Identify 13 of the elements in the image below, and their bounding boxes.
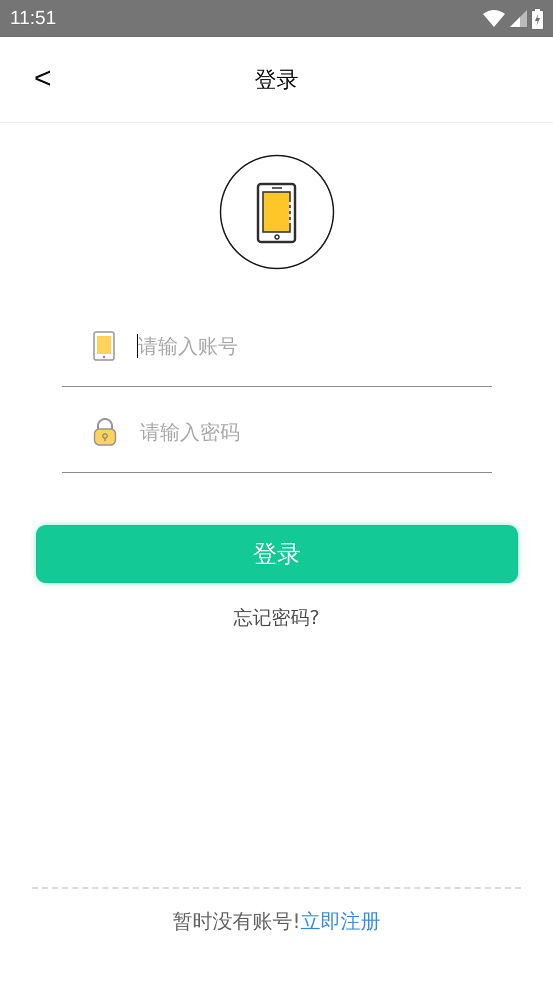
page-title: 登录 (254, 66, 298, 94)
status-time: 11:51 (10, 8, 56, 30)
phone-logo-icon (218, 154, 334, 270)
phone-icon (93, 330, 115, 360)
battery-icon (532, 8, 543, 28)
wifi-icon (483, 10, 505, 27)
signal-icon (510, 10, 527, 27)
no-account-text: 暂时没有账号! (172, 908, 301, 935)
padlock-icon (93, 416, 117, 446)
back-button[interactable]: < (28, 61, 58, 97)
input-field[interactable]: 请输入账号 (137, 334, 438, 358)
input-field[interactable]: 请输入密码 (139, 420, 440, 444)
forgot-password-link[interactable]: 忘记密码? (233, 605, 320, 631)
